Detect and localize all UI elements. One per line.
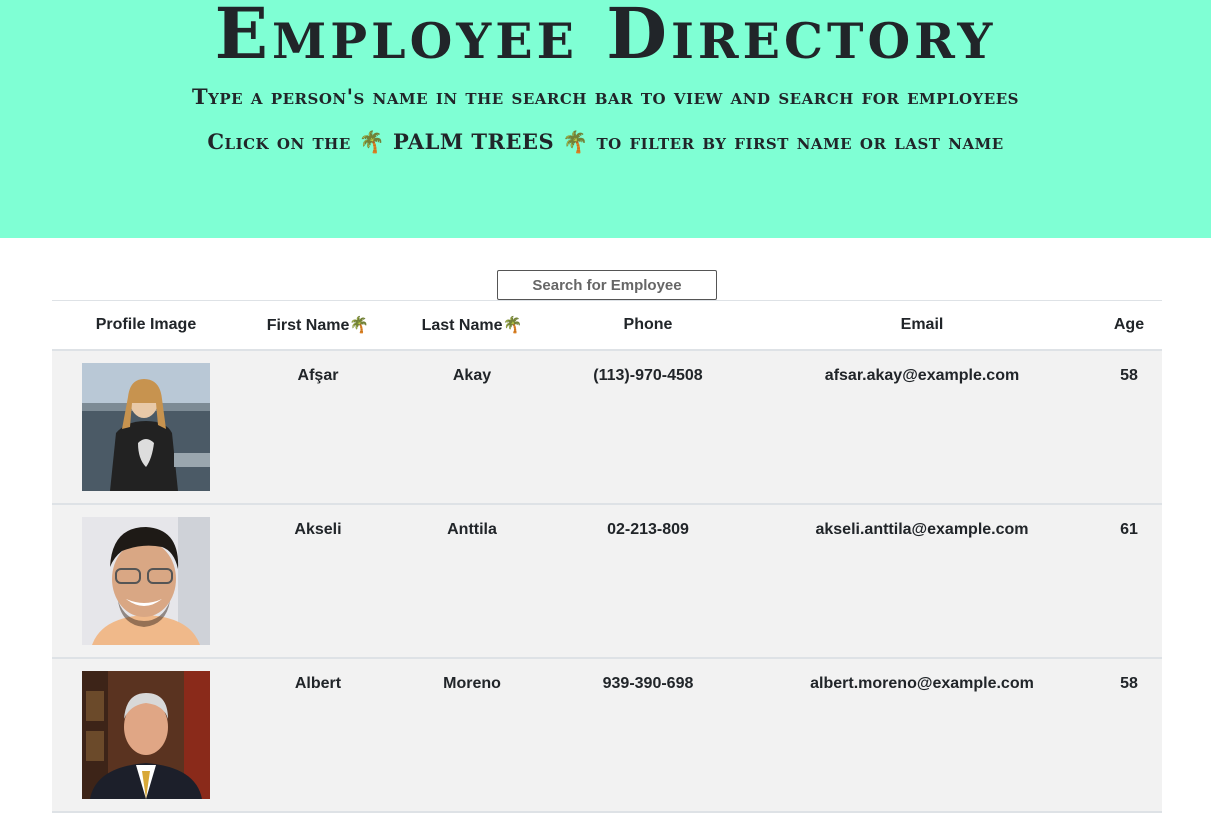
- column-header-email: Email: [748, 300, 1096, 351]
- palm-tree-icon: 🌴: [561, 130, 589, 154]
- search-instruction: Type a person's name in the search bar t…: [192, 84, 1019, 109]
- header-banner: Employee Directory Type a person's name …: [0, 0, 1211, 238]
- table-header-row: Profile Image First Name🌴 Last Name🌴 Pho…: [52, 300, 1162, 351]
- palm-tree-icon: 🌴: [358, 130, 386, 154]
- column-header-first-name[interactable]: First Name🌴: [240, 300, 396, 351]
- email-cell: akseli.anttila@example.com: [748, 504, 1096, 659]
- age-cell: 58: [1096, 658, 1162, 813]
- palm-tree-sort-icon[interactable]: 🌴: [349, 315, 369, 334]
- filter-instruction: Click on the 🌴 PALM TREES 🌴 to filter by…: [0, 129, 1211, 155]
- filter-instruction-post: to filter by first name or last name: [596, 129, 1004, 154]
- column-header-age: Age: [1096, 300, 1162, 351]
- email-cell: albert.moreno@example.com: [748, 658, 1096, 813]
- column-header-last-name[interactable]: Last Name🌴: [396, 300, 548, 351]
- first-name-header-label: First Name: [266, 317, 350, 334]
- filter-instruction-palm-trees: PALM TREES: [393, 129, 555, 154]
- employee-table: Profile Image First Name🌴 Last Name🌴 Pho…: [52, 300, 1162, 813]
- first-name-cell: Albert: [240, 658, 396, 813]
- column-header-phone: Phone: [548, 300, 748, 351]
- last-name-cell: Moreno: [396, 658, 548, 813]
- profile-photo: [82, 517, 210, 645]
- first-name-cell: Akseli: [240, 504, 396, 659]
- profile-photo: [82, 363, 210, 491]
- last-name-cell: Anttila: [396, 504, 548, 659]
- page-title: Employee Directory: [214, 0, 997, 75]
- palm-tree-sort-icon[interactable]: 🌴: [503, 315, 523, 334]
- profile-image-cell: [52, 658, 240, 813]
- column-header-profile-image: Profile Image: [52, 300, 240, 351]
- profile-photo: [82, 671, 210, 799]
- phone-cell: 02-213-809: [548, 504, 748, 659]
- phone-cell: 939-390-698: [548, 658, 748, 813]
- last-name-header-label: Last Name: [421, 317, 503, 334]
- email-cell: afsar.akay@example.com: [748, 350, 1096, 505]
- filter-instruction-pre: Click on the: [207, 129, 351, 154]
- phone-cell: (113)-970-4508: [548, 350, 748, 505]
- age-cell: 58: [1096, 350, 1162, 505]
- profile-image-cell: [52, 350, 240, 505]
- profile-image-cell: [52, 504, 240, 659]
- search-container: [497, 270, 717, 300]
- age-cell: 61: [1096, 504, 1162, 659]
- table-row: Afşar Akay (113)-970-4508 afsar.akay@exa…: [52, 350, 1162, 505]
- table-row: Albert Moreno 939-390-698 albert.moreno@…: [52, 658, 1162, 813]
- table-row: Akseli Anttila 02-213-809 akseli.anttila…: [52, 504, 1162, 659]
- search-input[interactable]: [497, 270, 717, 300]
- first-name-cell: Afşar: [240, 350, 396, 505]
- last-name-cell: Akay: [396, 350, 548, 505]
